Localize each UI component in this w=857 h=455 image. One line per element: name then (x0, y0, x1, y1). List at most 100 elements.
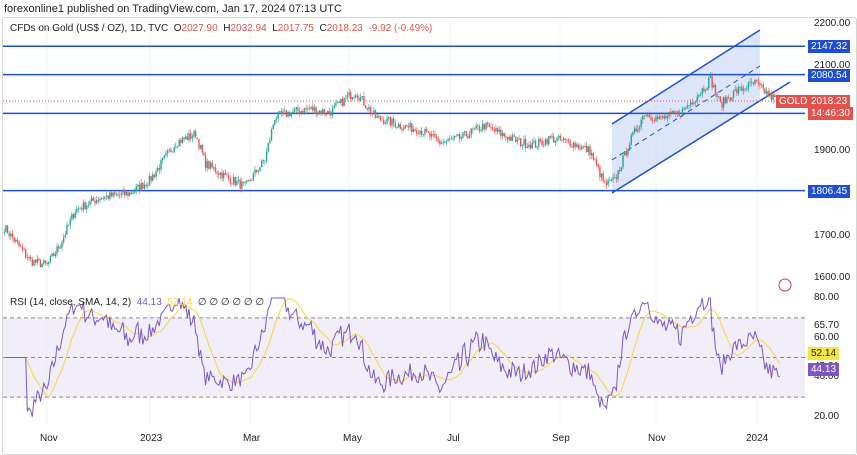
candle-body (145, 184, 147, 186)
candle-body (529, 144, 532, 149)
candle-body (175, 146, 177, 148)
candle-body (635, 128, 637, 132)
candle-body (173, 147, 175, 152)
candle-body (292, 111, 294, 113)
candle-body (310, 106, 312, 109)
candle-body (345, 97, 347, 99)
candle-body (581, 146, 583, 150)
candle-body (683, 108, 685, 110)
candle-body (256, 169, 258, 172)
candle-body (696, 96, 698, 101)
price-axis-label: 1600.00 (814, 272, 851, 283)
candle-body (170, 149, 172, 152)
candle-body (338, 102, 340, 103)
candle-body (152, 174, 154, 181)
candle-body (483, 123, 486, 130)
candle-body (673, 111, 675, 113)
candle-body (44, 260, 47, 264)
candle-body (128, 192, 131, 196)
candle-body (747, 82, 750, 90)
candle-body (6, 225, 9, 234)
candle-body (287, 112, 289, 117)
candle-body (402, 128, 405, 130)
rsi-sma-value: 52.14 (167, 297, 193, 308)
candle-body (685, 108, 687, 109)
candle-body (237, 179, 240, 181)
candle-body (706, 87, 708, 90)
candle-body (138, 184, 141, 191)
candle-body (381, 119, 383, 121)
candle-body (137, 184, 139, 187)
candle-body (300, 110, 302, 114)
candle-body (325, 113, 327, 115)
candle-body (769, 92, 771, 97)
chart-canvas[interactable] (0, 0, 857, 455)
candle-body (544, 139, 547, 145)
candle-body (653, 120, 656, 122)
candle-body (511, 135, 514, 141)
candle-body (628, 144, 631, 151)
candle-body (86, 205, 88, 210)
candle-body (572, 142, 575, 148)
candle-body (409, 123, 411, 128)
candle-body (582, 146, 585, 148)
candle-body (305, 108, 307, 110)
candle-body (704, 89, 707, 91)
candle-body (557, 135, 560, 138)
candle-body (303, 108, 306, 114)
candle-body (493, 129, 495, 132)
candle-body (394, 123, 396, 128)
rsi-axis-label: 20.00 (814, 411, 840, 422)
candle-body (369, 107, 372, 114)
candle-body (120, 192, 123, 195)
candle-body (227, 175, 230, 179)
candle-body (496, 128, 499, 132)
candle-body (163, 155, 165, 159)
candle-body (378, 115, 380, 117)
candle-body (406, 125, 408, 127)
candle-body (302, 110, 304, 114)
candle-body (663, 115, 665, 119)
candle-body (579, 148, 581, 150)
candle-body (218, 173, 220, 175)
candle-body (97, 200, 99, 201)
candle-body (729, 98, 731, 101)
candle-body (262, 160, 264, 162)
candle-body (374, 110, 377, 118)
candle-body (105, 195, 108, 197)
candle-body (658, 116, 660, 119)
candle-body (625, 150, 627, 156)
candle-body (244, 182, 246, 184)
candle-body (95, 200, 98, 204)
candle-body (290, 112, 293, 117)
candle-body (622, 155, 624, 168)
candle-body (694, 100, 697, 103)
candle-body (396, 127, 398, 128)
candle-body (335, 103, 337, 106)
candle-body (699, 94, 702, 96)
level-tag: 1806.45 (808, 184, 851, 198)
candle-body (424, 129, 426, 135)
candle-body (260, 160, 263, 168)
candle-body (359, 97, 362, 101)
candle-body (709, 75, 712, 79)
candle-body (599, 166, 601, 178)
candle-body (312, 106, 314, 111)
candle-body (274, 119, 276, 125)
rsi-tag: 44.13 (808, 363, 840, 377)
candle-body (147, 185, 149, 187)
candle-body (33, 260, 35, 266)
candle-body (142, 182, 144, 189)
candle-body (477, 125, 479, 127)
candle-body (449, 138, 451, 140)
candle-body (521, 144, 524, 147)
candle-body (249, 179, 251, 181)
candle-body (473, 128, 476, 130)
candle-body (10, 233, 12, 237)
candle-body (739, 86, 741, 88)
candle-body (462, 132, 464, 138)
candle-body (285, 110, 288, 117)
candle-body (48, 261, 50, 264)
candle-body (577, 144, 580, 149)
lightning-icon (778, 278, 792, 292)
